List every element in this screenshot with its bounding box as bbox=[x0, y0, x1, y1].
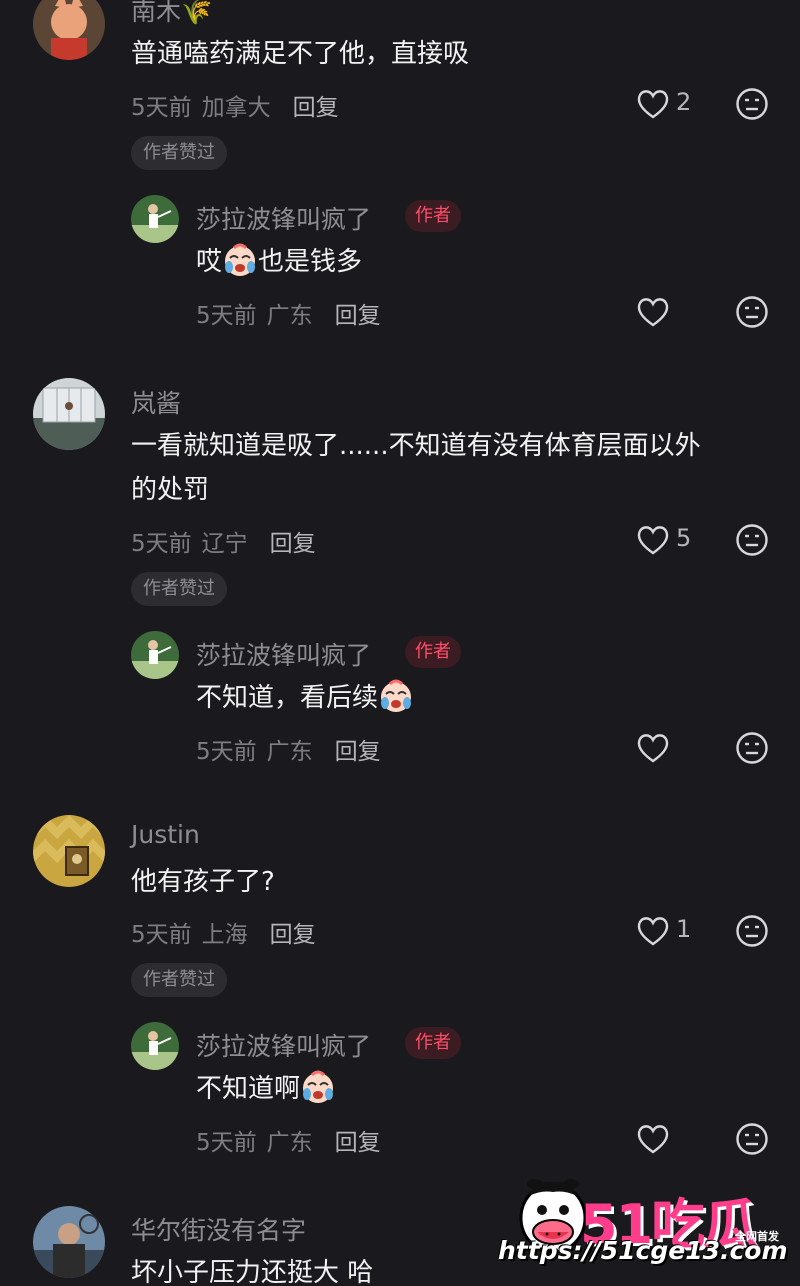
comment-text: 一看就知道是吸了......不知道有没有体育层面以外 bbox=[131, 431, 701, 461]
reply-location: 广东 bbox=[266, 739, 313, 765]
author-liked-badge: 作者赞过 bbox=[131, 136, 227, 170]
comment-text: 的处罚 bbox=[131, 475, 210, 505]
reply-text-part: 不知道啊 bbox=[196, 1074, 301, 1104]
avatar[interactable] bbox=[131, 1022, 179, 1070]
comment-username[interactable]: 南木🌾 bbox=[131, 0, 212, 28]
avatar[interactable] bbox=[131, 631, 179, 679]
reply-button[interactable]: 回复 bbox=[270, 531, 316, 557]
emoji-reaction-icon[interactable] bbox=[735, 87, 769, 121]
emoji-reaction-icon[interactable] bbox=[735, 1122, 769, 1156]
comment-username[interactable]: 岚酱 bbox=[131, 384, 181, 420]
emoji-reaction-icon[interactable] bbox=[735, 914, 769, 948]
comment-location: 加拿大 bbox=[201, 95, 271, 121]
comments-page: 南木🌾 普通嗑药满足不了他，直接吸 5天前 加拿大 回复 2 作者赞过 莎拉波锋… bbox=[0, 0, 800, 1286]
comment-time: 5天前 bbox=[131, 531, 192, 557]
comment-location: 辽宁 bbox=[201, 531, 248, 557]
author-tag: 作者 bbox=[405, 636, 461, 668]
like-count: 1 bbox=[676, 915, 692, 943]
reply-button[interactable]: 回复 bbox=[293, 95, 339, 121]
watermark-url: https://51cge13.com bbox=[498, 1236, 788, 1265]
reply-text-part: 不知道，看后续 bbox=[196, 683, 379, 713]
comment-location: 上海 bbox=[201, 922, 248, 948]
reply-text-part: 也是钱多 bbox=[258, 247, 363, 277]
reply-username[interactable]: 莎拉波锋叫疯了 bbox=[196, 200, 371, 236]
emoji-reaction-icon[interactable] bbox=[735, 295, 769, 329]
reply-time: 5天前 bbox=[196, 739, 257, 765]
reply-meta: 5天前 广东 回复 bbox=[196, 732, 381, 766]
crying-emoji-icon bbox=[381, 679, 412, 712]
comment-text: 他有孩子了? bbox=[131, 867, 275, 897]
avatar[interactable] bbox=[33, 378, 105, 450]
crying-emoji-icon bbox=[303, 1070, 334, 1103]
heart-icon[interactable] bbox=[636, 1123, 670, 1155]
reply-text: 不知道，看后续 bbox=[196, 676, 414, 720]
reply-username[interactable]: 莎拉波锋叫疯了 bbox=[196, 1027, 371, 1063]
author-tag: 作者 bbox=[405, 1027, 461, 1059]
reply-button[interactable]: 回复 bbox=[270, 922, 316, 948]
comment-time: 5天前 bbox=[131, 95, 192, 121]
like-count: 5 bbox=[676, 524, 692, 552]
watermark-logo: 51吃瓜 全网首发 https://51cge13.com bbox=[495, 1160, 795, 1280]
reply-button[interactable]: 回复 bbox=[335, 739, 381, 765]
reply-meta: 5天前 广东 回复 bbox=[196, 296, 381, 330]
like-count: 2 bbox=[676, 88, 692, 116]
comment-username[interactable]: 华尔街没有名字 bbox=[131, 1211, 306, 1247]
heart-icon[interactable] bbox=[636, 915, 670, 947]
comment-meta: 5天前 上海 回复 bbox=[131, 915, 316, 949]
heart-icon[interactable] bbox=[636, 88, 670, 120]
heart-icon[interactable] bbox=[636, 296, 670, 328]
avatar[interactable] bbox=[33, 0, 105, 60]
reply-button[interactable]: 回复 bbox=[335, 303, 381, 329]
reply-username[interactable]: 莎拉波锋叫疯了 bbox=[196, 636, 371, 672]
reply-time: 5天前 bbox=[196, 1130, 257, 1156]
reply-text-part: 哎 bbox=[196, 247, 223, 277]
comment-text: 普通嗑药满足不了他，直接吸 bbox=[131, 39, 470, 69]
author-tag: 作者 bbox=[405, 200, 461, 232]
heart-icon[interactable] bbox=[636, 732, 670, 764]
comment-meta: 5天前 辽宁 回复 bbox=[131, 524, 316, 558]
emoji-reaction-icon[interactable] bbox=[735, 523, 769, 557]
reply-text: 哎 也是钱多 bbox=[196, 240, 362, 284]
reply-location: 广东 bbox=[266, 1130, 313, 1156]
crying-emoji-icon bbox=[225, 243, 256, 276]
author-liked-badge: 作者赞过 bbox=[131, 572, 227, 606]
author-liked-badge: 作者赞过 bbox=[131, 963, 227, 997]
avatar[interactable] bbox=[33, 815, 105, 887]
comment-username[interactable]: Justin bbox=[131, 820, 200, 849]
reply-text: 不知道啊 bbox=[196, 1067, 336, 1111]
comment-meta: 5天前 加拿大 回复 bbox=[131, 88, 339, 122]
heart-icon[interactable] bbox=[636, 524, 670, 556]
reply-button[interactable]: 回复 bbox=[335, 1130, 381, 1156]
reply-time: 5天前 bbox=[196, 303, 257, 329]
reply-location: 广东 bbox=[266, 303, 313, 329]
comment-time: 5天前 bbox=[131, 922, 192, 948]
avatar[interactable] bbox=[131, 195, 179, 243]
comment-text: 坏小子压力还挺大 哈 bbox=[131, 1258, 374, 1286]
reply-meta: 5天前 广东 回复 bbox=[196, 1123, 381, 1157]
avatar[interactable] bbox=[33, 1206, 105, 1278]
emoji-reaction-icon[interactable] bbox=[735, 731, 769, 765]
